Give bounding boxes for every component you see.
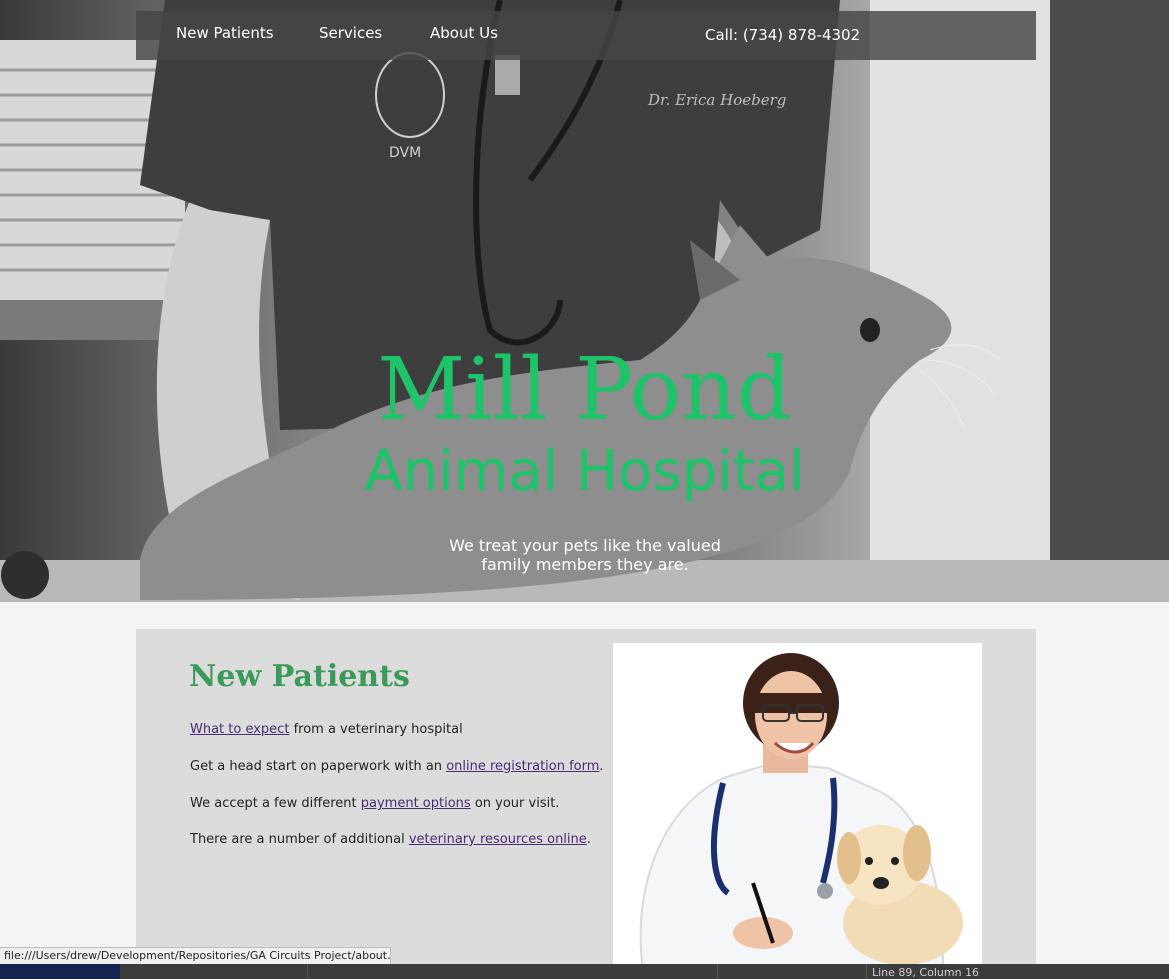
nav-about-us[interactable]: About Us <box>430 24 498 42</box>
site-title: Mill Pond <box>377 340 792 440</box>
browser-status-url: file:///Users/drew/Development/Repositor… <box>0 947 391 965</box>
nav-phone-link[interactable]: Call: (734) 878-4302 <box>705 26 860 44</box>
taskbar-left-segment <box>0 964 120 979</box>
paragraph-payment: We accept a few different payment option… <box>190 796 559 811</box>
status-divider <box>307 964 308 979</box>
status-divider <box>717 964 718 979</box>
hero-banner: DVM Dr. Erica Hoeberg New Patients Servi… <box>0 0 1169 602</box>
payment-options-link[interactable]: payment options <box>361 796 471 811</box>
paragraph-registration: Get a head start on paperwork with an on… <box>190 759 604 774</box>
vet-resources-link[interactable]: veterinary resources online <box>409 832 587 847</box>
tagline-line-2: family members they are. <box>481 555 689 574</box>
top-nav: New Patients Services About Us Call: (73… <box>136 11 1036 60</box>
new-patients-section: New Patients What to expect from a veter… <box>136 629 1036 969</box>
site-subtitle: Animal Hospital <box>364 439 805 504</box>
paragraph-text: from a veterinary hospital <box>289 722 463 737</box>
svg-text:Dr. Erica Hoeberg: Dr. Erica Hoeberg <box>647 91 786 109</box>
registration-form-link[interactable]: online registration form <box>446 759 599 774</box>
paragraph-resources: There are a number of additional veterin… <box>190 832 591 847</box>
section-heading: New Patients <box>189 659 410 694</box>
cursor-position: Line 89, Column 16 <box>872 966 980 979</box>
svg-text:DVM: DVM <box>389 145 421 161</box>
paragraph-what-to-expect: What to expect from a veterinary hospita… <box>190 722 463 737</box>
paragraph-text: . <box>599 759 604 774</box>
tagline-line-1: We treat your pets like the valued <box>449 536 721 555</box>
status-divider <box>866 964 867 979</box>
hero-photo: DVM Dr. Erica Hoeberg <box>0 0 1169 602</box>
hero-tagline: We treat your pets like the valued famil… <box>385 536 785 574</box>
paragraph-text: There are a number of additional <box>190 832 409 847</box>
nav-services[interactable]: Services <box>319 24 382 42</box>
what-to-expect-link[interactable]: What to expect <box>190 722 289 737</box>
vet-with-puppy-image <box>613 643 982 969</box>
paragraph-text: . <box>586 832 591 847</box>
paragraph-text: on your visit. <box>470 796 560 811</box>
paragraph-text: We accept a few different <box>190 796 361 811</box>
paragraph-text: Get a head start on paperwork with an <box>190 759 447 774</box>
nav-new-patients[interactable]: New Patients <box>176 24 274 42</box>
editor-status-bar <box>0 964 1169 979</box>
